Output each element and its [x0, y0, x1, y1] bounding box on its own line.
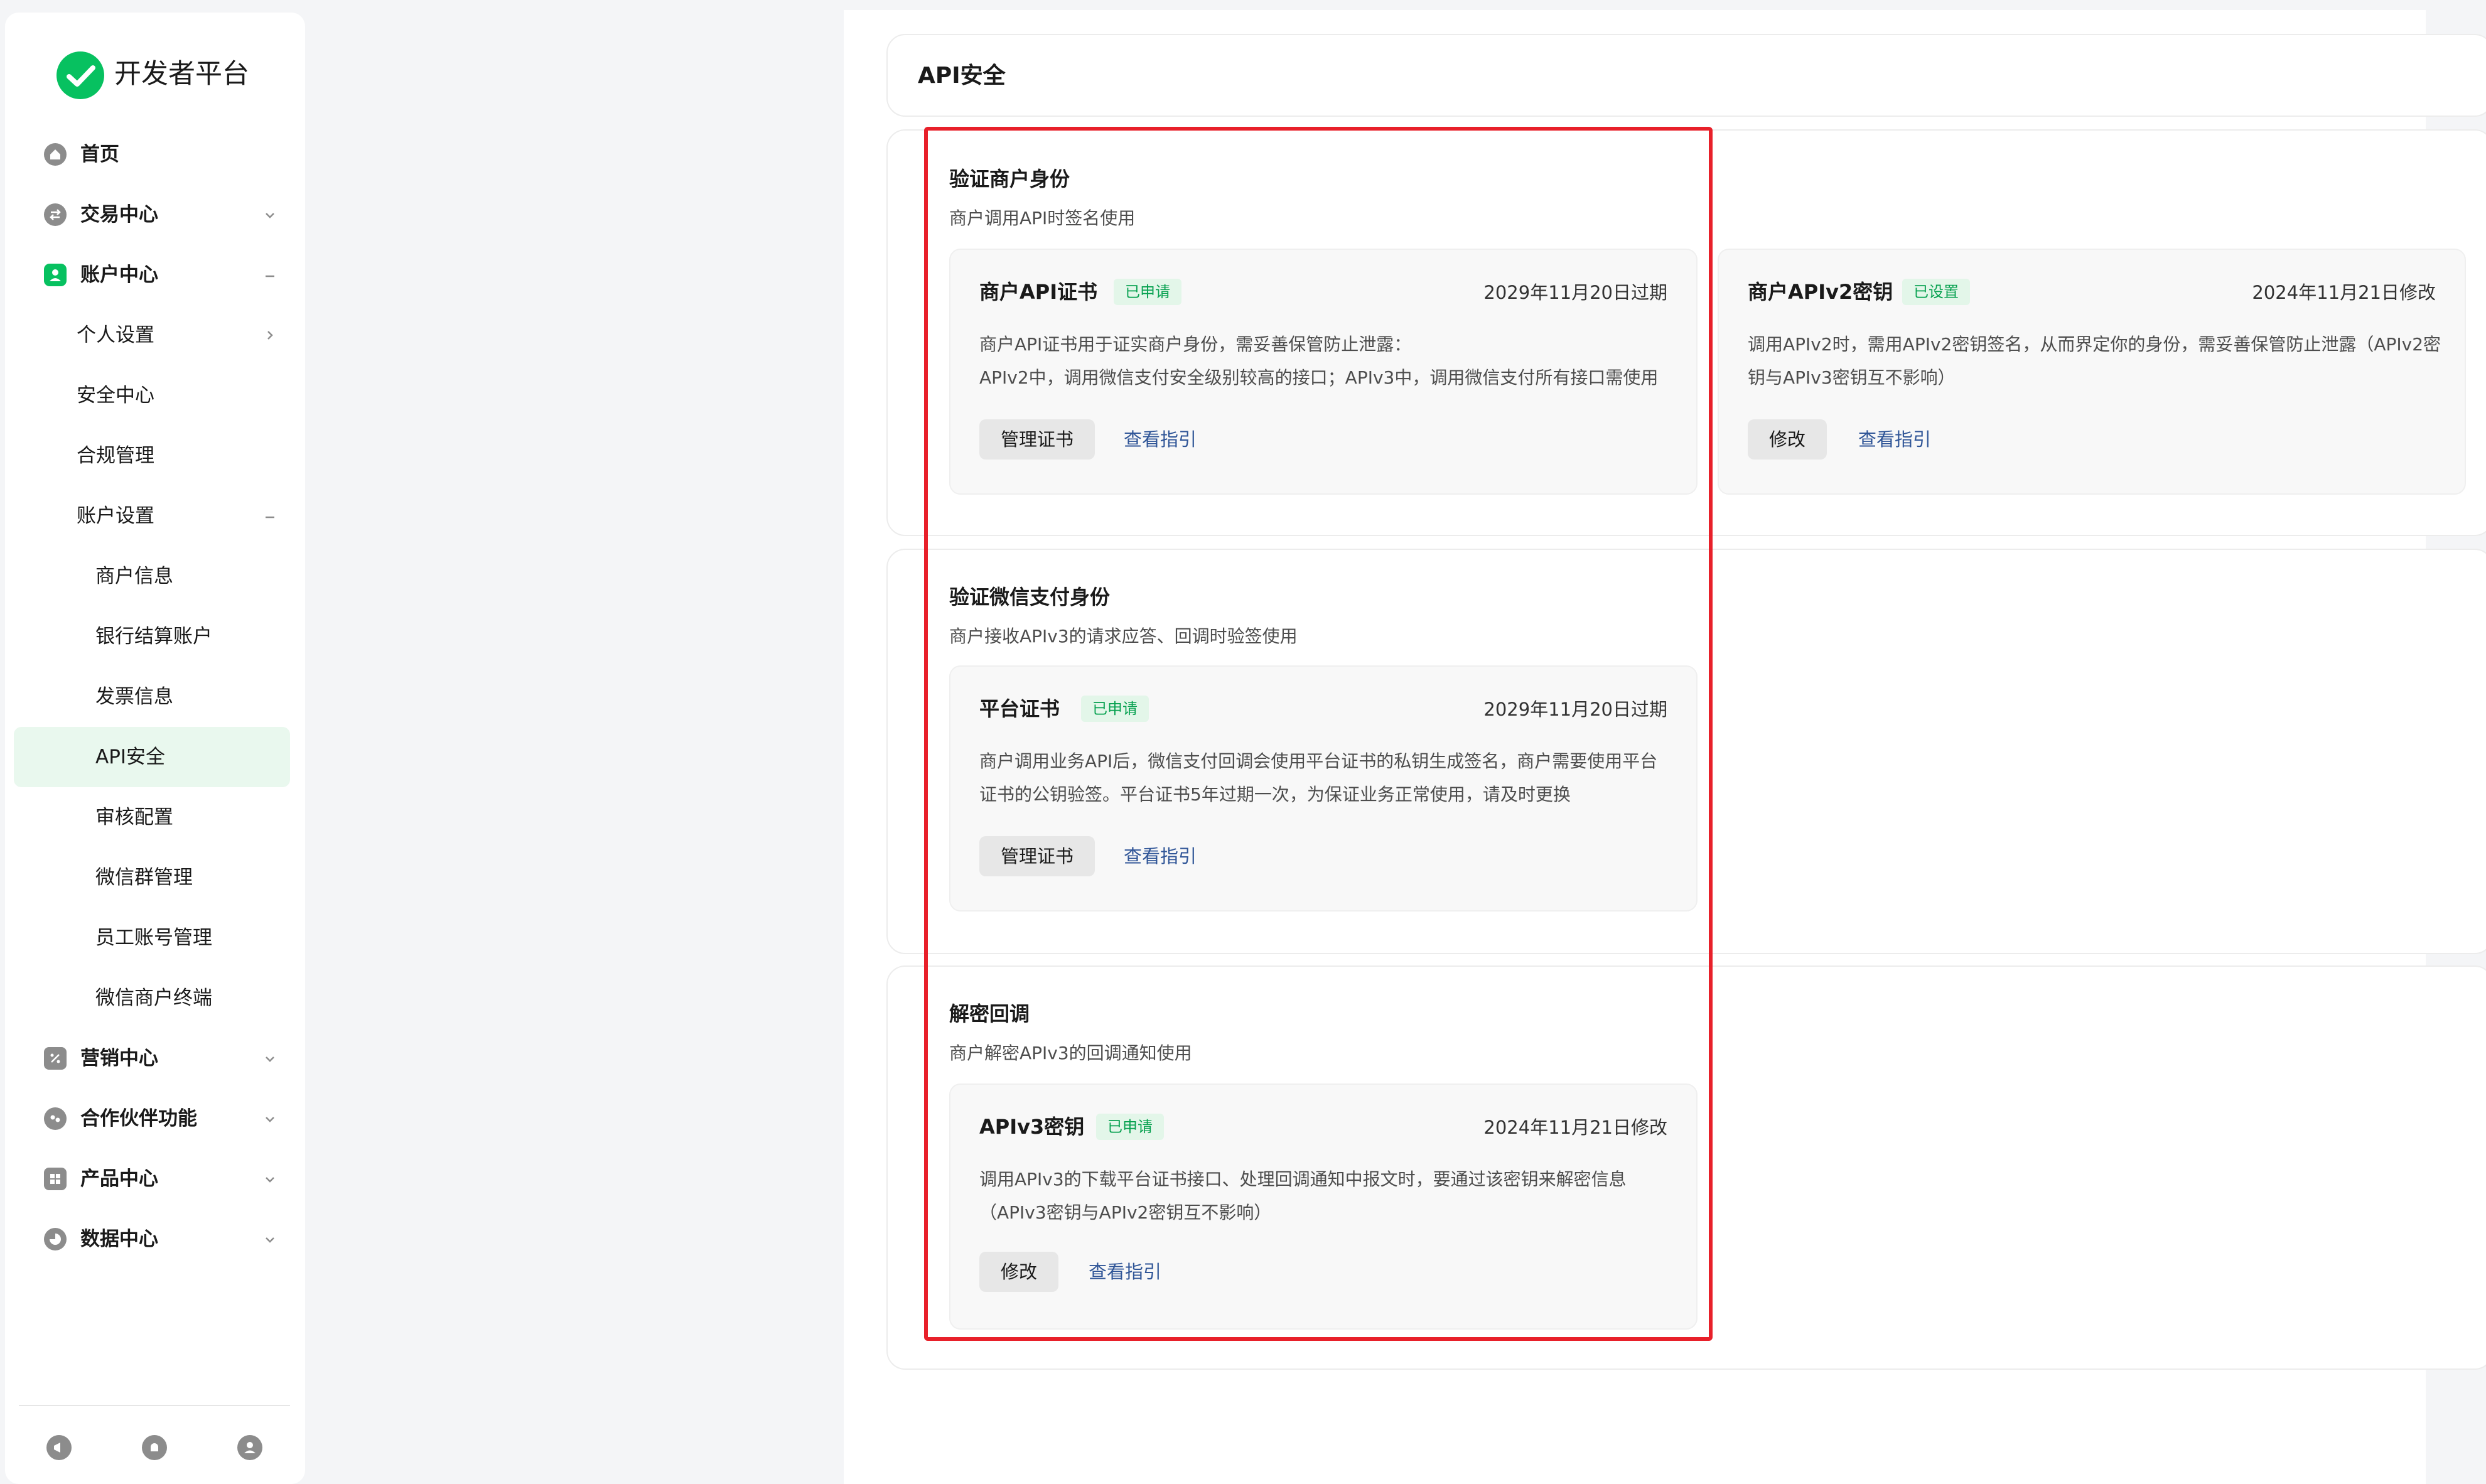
sidebar-item-security-center[interactable]: 安全中心 [14, 370, 290, 421]
sidebar-item-label: 商户信息 [95, 565, 173, 588]
sidebar-item-label: 个人设置 [77, 324, 154, 347]
account-icon [44, 264, 67, 286]
user-profile-icon[interactable] [237, 1435, 262, 1460]
sidebar-item-data-center[interactable]: 数据中心 [14, 1214, 290, 1264]
sidebar-item-invoice-info[interactable]: 发票信息 [14, 672, 290, 722]
marketing-icon [44, 1047, 67, 1070]
sidebar-item-compliance[interactable]: 合规管理 [14, 431, 290, 481]
sidebar-item-review-config[interactable]: 审核配置 [14, 792, 290, 842]
card-description: 调用APIv2时，需用APIv2密钥签名，从而界定你的身份，需妥善保管防止泄露（… [1748, 328, 2445, 394]
sidebar-item-personal-settings[interactable]: 个人设置 [14, 310, 290, 360]
sidebar-item-transactions[interactable]: 交易中心 [14, 190, 290, 240]
chevron-down-icon [257, 1165, 282, 1193]
data-icon [44, 1228, 67, 1250]
sidebar-item-merchant-info[interactable]: 商户信息 [14, 551, 290, 601]
chevron-down-icon [257, 1105, 282, 1132]
page-title: API安全 [918, 63, 1006, 89]
sidebar-item-label: 员工账号管理 [95, 927, 212, 949]
view-guide-link[interactable]: 查看指引 [1858, 419, 1931, 460]
card-description-line: 调用APIv2时，需用APIv2密钥签名，从而界定你的身份，需妥善保管防止泄露（… [1748, 334, 2441, 355]
sidebar-item-home[interactable]: 首页 [14, 129, 290, 180]
modified-date: 2024年11月21日修改 [2252, 282, 2436, 303]
sidebar-item-label: 发票信息 [95, 686, 173, 708]
sidebar-item-staff-accounts[interactable]: 员工账号管理 [14, 913, 290, 963]
sidebar-item-products[interactable]: 产品中心 [14, 1154, 290, 1204]
sidebar-item-bank-settlement[interactable]: 银行结算账户 [14, 611, 290, 662]
highlight-box [924, 127, 1713, 1341]
sidebar-item-label: 数据中心 [80, 1228, 158, 1250]
chevron-right-icon [257, 321, 282, 349]
sidebar-item-api-security[interactable]: API安全 [14, 727, 290, 787]
sidebar-item-label: 产品中心 [80, 1168, 158, 1190]
status-badge: 已设置 [1902, 279, 1970, 305]
sidebar-item-label: 安全中心 [77, 384, 154, 407]
card-apiv2-key: 商户APIv2密钥 已设置 2024年11月21日修改 调用APIv2时，需用A… [1718, 249, 2466, 495]
collapse-icon [257, 261, 282, 289]
sidebar-item-label: 微信商户终端 [95, 987, 212, 1009]
sidebar-item-account-center[interactable]: 账户中心 [14, 250, 290, 300]
sidebar-item-label: 交易中心 [80, 203, 158, 226]
sidebar-item-merchant-terminal[interactable]: 微信商户终端 [14, 973, 290, 1023]
card-description-line: 钥与APIv3密钥互不影响） [1748, 367, 1956, 388]
sidebar-item-label: 营销中心 [80, 1047, 158, 1070]
title-section [886, 34, 2486, 117]
exchange-icon [44, 203, 67, 226]
sidebar-item-label: 审核配置 [95, 806, 173, 829]
sidebar-item-label: 账户中心 [80, 264, 158, 286]
sidebar-item-wechat-groups[interactable]: 微信群管理 [14, 852, 290, 903]
announcement-icon[interactable] [46, 1435, 72, 1460]
collapse-icon [257, 502, 282, 530]
sidebar-divider [19, 1405, 290, 1406]
sidebar-item-label: 银行结算账户 [95, 625, 212, 648]
sidebar-item-label: 合规管理 [77, 444, 154, 467]
product-icon [44, 1168, 67, 1190]
wechat-pay-logo-icon [56, 51, 104, 99]
sidebar-item-partner[interactable]: 合作伙伴功能 [14, 1094, 290, 1144]
partner-icon [44, 1107, 67, 1130]
chevron-down-icon [257, 1225, 282, 1253]
sidebar-item-label: 合作伙伴功能 [80, 1107, 197, 1130]
card-title: 商户APIv2密钥 [1748, 280, 1893, 304]
brand-name: 开发者平台 [114, 58, 249, 90]
modify-button[interactable]: 修改 [1748, 419, 1827, 460]
sidebar-item-label: 微信群管理 [95, 866, 193, 889]
notification-bell-icon[interactable] [142, 1435, 167, 1460]
sidebar-item-account-settings[interactable]: 账户设置 [14, 491, 290, 541]
chevron-down-icon [257, 201, 282, 229]
sidebar-item-label: 首页 [80, 143, 119, 166]
home-icon [44, 143, 67, 166]
chevron-down-icon [257, 1045, 282, 1072]
sidebar-item-marketing[interactable]: 营销中心 [14, 1033, 290, 1083]
sidebar-item-label: 账户设置 [77, 505, 154, 527]
sidebar-item-label: API安全 [95, 746, 166, 768]
